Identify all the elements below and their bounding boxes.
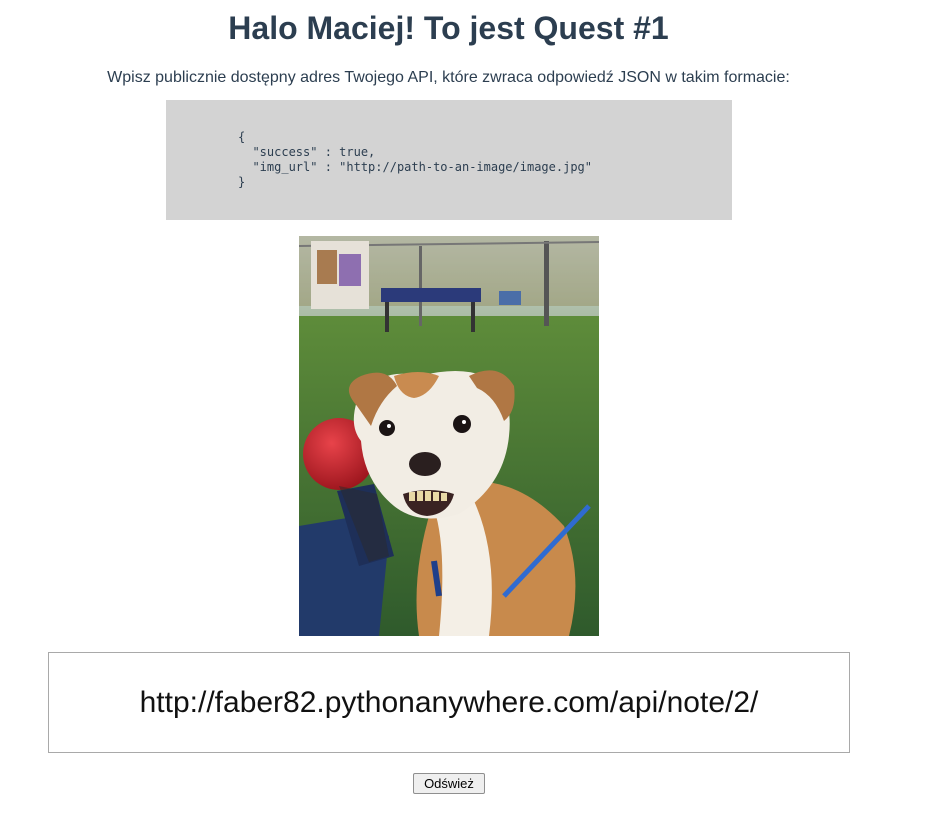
refresh-button[interactable]: Odśwież — [413, 773, 485, 794]
dog-photo — [299, 236, 599, 636]
quest-page: Halo Maciej! To jest Quest #1 Wpisz publ… — [0, 0, 934, 822]
json-example-block: { "success" : true, "img_url" : "http://… — [166, 100, 732, 220]
json-example-code: { "success" : true, "img_url" : "http://… — [238, 130, 593, 189]
dog-photo-icon — [299, 236, 599, 636]
api-url-input[interactable] — [48, 652, 850, 753]
page-title: Halo Maciej! To jest Quest #1 — [228, 10, 669, 46]
instruction-text: Wpisz publicznie dostępny adres Twojego … — [107, 69, 790, 86]
